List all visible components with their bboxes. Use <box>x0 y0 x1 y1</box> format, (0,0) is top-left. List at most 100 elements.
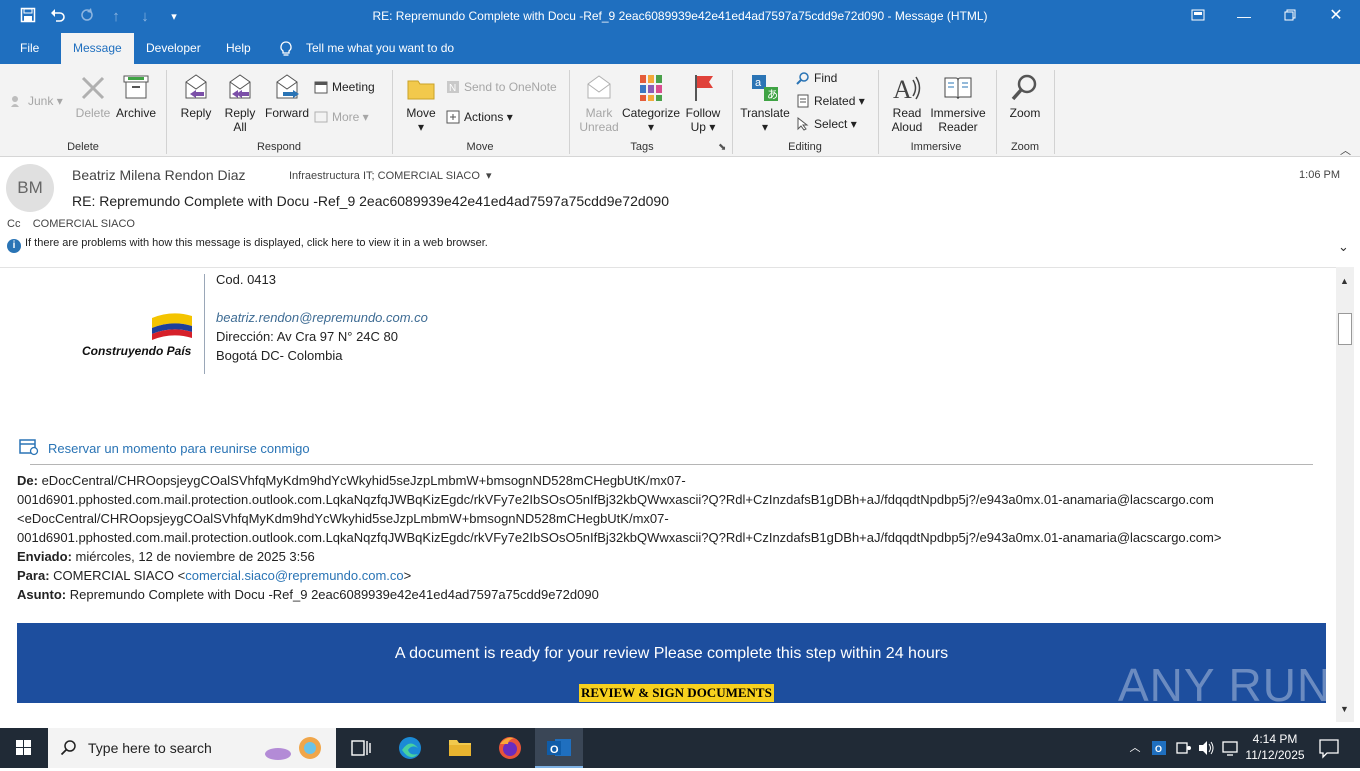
volume-icon[interactable] <box>1197 728 1215 768</box>
task-view-button[interactable] <box>340 728 380 768</box>
tags-dialog-launcher-icon[interactable]: ⬊ <box>718 142 726 153</box>
quoted-to: Para: COMERCIAL SIACO <comercial.siaco@r… <box>17 568 412 583</box>
taskbar-search-box[interactable]: Type here to search <box>48 728 336 768</box>
tab-message[interactable]: Message <box>61 33 134 64</box>
immersive-reader-button[interactable]: Immersive Reader <box>928 72 988 134</box>
junk-button[interactable]: Junk ▾ <box>10 91 63 111</box>
send-to-onenote-button[interactable]: N Send to OneNote <box>446 77 557 97</box>
collapse-ribbon-icon[interactable]: ︿ <box>1340 142 1351 158</box>
flag-icon <box>695 75 713 101</box>
read-aloud-button[interactable]: A Read Aloud <box>886 72 928 134</box>
onenote-icon: N <box>446 80 460 94</box>
delete-button[interactable]: Delete <box>72 72 114 120</box>
meeting-icon <box>314 80 328 94</box>
meeting-button[interactable]: Meeting <box>314 77 375 97</box>
follow-up-button[interactable]: Follow Up ▾ <box>682 72 724 134</box>
taskbar-edge[interactable] <box>390 728 430 768</box>
ribbon-separator <box>1054 70 1055 154</box>
group-label-delete: Delete <box>67 141 99 153</box>
windows-taskbar: Type here to search O ︿ O 4:14 PM 11/12/… <box>0 728 1360 768</box>
windows-logo-icon <box>16 740 31 755</box>
tab-file[interactable]: File <box>8 33 51 64</box>
find-button[interactable]: Find <box>796 68 837 88</box>
signature-address: Dirección: Av Cra 97 N° 24C 80 <box>216 329 398 344</box>
delete-icon <box>81 76 105 100</box>
move-button[interactable]: Move ▾ <box>400 72 442 134</box>
minimize-button[interactable]: — <box>1221 0 1267 33</box>
received-time: 1:06 PM <box>1299 169 1340 181</box>
signature-email-link[interactable]: beatriz.rendon@repremundo.com.co <box>216 310 428 325</box>
quote-divider <box>30 464 1313 465</box>
group-label-immersive: Immersive <box>910 141 962 153</box>
zoom-icon <box>1011 74 1037 101</box>
restore-button[interactable] <box>1267 0 1313 33</box>
translate-button[interactable]: aあ Translate ▾ <box>740 72 790 134</box>
archive-button[interactable]: Archive <box>114 72 158 120</box>
ribbon: Junk ▾ Delete Archive Delete Reply Reply… <box>0 64 1360 157</box>
quoted-subject: Asunto: Repremundo Complete with Docu -R… <box>17 587 599 602</box>
select-button[interactable]: Select ▾ <box>796 114 857 134</box>
group-label-editing: Editing <box>788 141 822 153</box>
scroll-down-arrow-icon[interactable]: ▼ <box>1340 704 1349 714</box>
taskbar-file-explorer[interactable] <box>440 728 480 768</box>
clock[interactable]: 4:14 PM 11/12/2025 <box>1244 728 1306 768</box>
tab-developer[interactable]: Developer <box>134 33 213 64</box>
immersive-reader-icon <box>944 77 972 100</box>
search-icon <box>60 740 76 756</box>
related-icon <box>796 94 810 108</box>
recipients[interactable]: Infraestructura IT; COMERCIAL SIACO ▾ <box>289 169 492 182</box>
taskbar-firefox[interactable] <box>490 728 530 768</box>
junk-icon <box>10 94 24 108</box>
select-cursor-icon <box>796 116 810 131</box>
review-sign-documents-link[interactable]: REVIEW & SIGN DOCUMENTS <box>579 684 774 702</box>
translate-icon: aあ <box>752 75 778 101</box>
start-button[interactable] <box>0 728 48 768</box>
related-button[interactable]: Related ▾ <box>796 91 865 111</box>
show-hidden-icons-icon[interactable]: ︿ <box>1126 728 1144 768</box>
folder-icon <box>449 740 471 756</box>
anyrun-watermark: ANY RUN <box>1118 659 1332 711</box>
svg-text:N: N <box>449 83 456 94</box>
sender-name[interactable]: Beatriz Milena Rendon Diaz <box>72 167 246 183</box>
group-label-move: Move <box>466 141 494 153</box>
edge-icon <box>399 737 421 759</box>
close-button[interactable]: ✕ <box>1313 0 1359 33</box>
more-respond-button[interactable]: More ▾ <box>314 107 369 127</box>
taskbar-outlook[interactable]: O <box>535 728 583 768</box>
zoom-button[interactable]: Zoom <box>1004 72 1046 120</box>
tray-outlook-icon[interactable]: O <box>1150 728 1168 768</box>
search-highlight-icon <box>265 737 321 760</box>
chevron-down-icon: ▾ <box>482 170 492 182</box>
quoted-from-address: <eDocCentral/CHROopsjeygCOalSVhfqMyKdm9h… <box>17 511 669 526</box>
cc-line: Cc COMERCIAL SIACO <box>7 218 135 230</box>
scroll-up-arrow-icon[interactable]: ▲ <box>1340 276 1349 286</box>
ribbon-separator <box>996 70 997 154</box>
svg-text:O: O <box>1155 744 1162 754</box>
quoted-to-email-link[interactable]: comercial.siaco@repremundo.com.co <box>185 568 403 583</box>
calendar-booking-icon <box>19 438 39 459</box>
forward-button[interactable]: Forward <box>263 72 311 120</box>
search-placeholder: Type here to search <box>88 740 212 756</box>
ribbon-display-options-icon[interactable] <box>1175 0 1221 33</box>
mark-unread-button[interactable]: Mark Unread <box>577 72 621 134</box>
booking-link[interactable]: Reservar un momento para reunirse conmig… <box>48 441 310 456</box>
notifications-icon[interactable] <box>1314 728 1344 768</box>
signature-city: Bogotá DC- Colombia <box>216 348 343 363</box>
scrollbar-thumb[interactable] <box>1338 313 1352 345</box>
read-aloud-icon: A <box>893 75 921 104</box>
reply-button[interactable]: Reply <box>175 72 217 120</box>
tray-device-icon[interactable] <box>1174 728 1192 768</box>
quoted-from-cont: 001d6901.pphosted.com.mail.protection.ou… <box>17 492 1214 507</box>
svg-text:A: A <box>893 75 912 104</box>
vertical-scrollbar[interactable]: ▲ ▼ <box>1336 267 1354 722</box>
infobar[interactable]: i If there are problems with how this mes… <box>7 237 488 253</box>
avatar[interactable]: BM <box>6 164 54 212</box>
expand-header-icon[interactable]: ⌄ <box>1338 239 1349 255</box>
tab-help[interactable]: Help <box>214 33 263 64</box>
tell-me-search[interactable]: Tell me what you want to do <box>294 33 466 64</box>
categorize-button[interactable]: Categorize ▾ <box>622 72 680 134</box>
logo-tagline: Construyendo País <box>82 344 192 358</box>
reply-all-button[interactable]: Reply All <box>219 72 261 134</box>
network-icon[interactable] <box>1221 728 1239 768</box>
actions-button[interactable]: Actions ▾ <box>446 107 513 127</box>
